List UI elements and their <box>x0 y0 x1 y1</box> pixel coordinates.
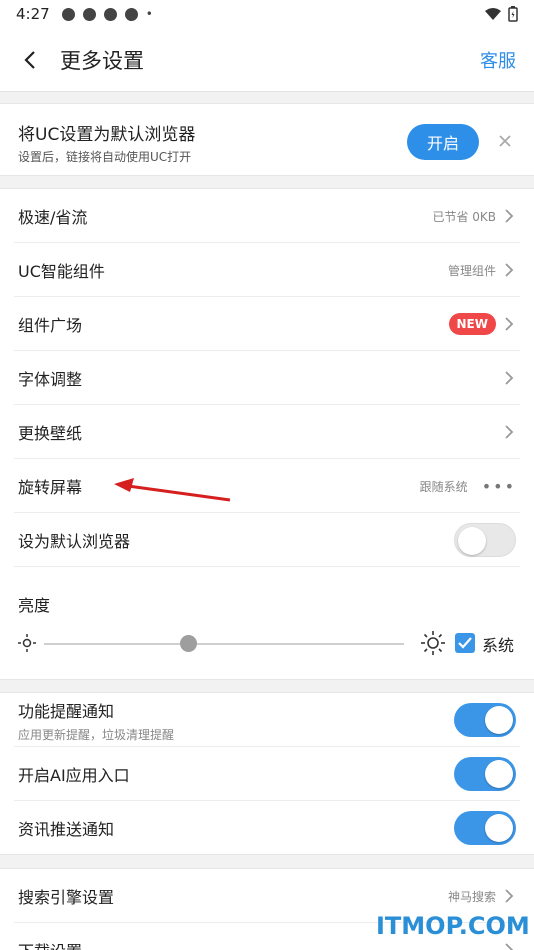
enable-default-button[interactable]: 开启 <box>407 124 479 160</box>
row-speed-saver[interactable]: 极速/省流 已节省 0KB <box>0 189 534 243</box>
brightness-high-icon <box>421 631 445 655</box>
row-widget-plaza[interactable]: 组件广场 NEW <box>0 297 534 351</box>
row-label: 组件广场 <box>18 316 83 335</box>
chevron-right-icon <box>505 889 514 903</box>
toggle-knob <box>458 527 486 555</box>
watermark: ITMOP.COM <box>376 912 530 940</box>
brightness-label: 亮度 <box>18 596 51 615</box>
row-font-adjust[interactable]: 字体调整 <box>0 351 534 405</box>
row-value: 跟随系统 <box>419 479 468 494</box>
row-value: 已节省 0KB <box>432 209 496 224</box>
chevron-right-icon <box>505 371 514 385</box>
brightness-slider-row: 系统 <box>0 627 534 661</box>
toggle-knob <box>485 814 513 842</box>
wifi-icon <box>485 8 501 20</box>
customer-service-link[interactable]: 客服 <box>480 47 516 73</box>
row-feature-reminder: 功能提醒通知 应用更新提醒，垃圾清理提醒 <box>0 693 534 747</box>
row-label: 开启AI应用入口 <box>18 766 130 785</box>
row-label: 极速/省流 <box>18 208 88 227</box>
row-value: 神马搜索 <box>447 889 496 904</box>
status-bar: 4:27 • <box>0 0 534 28</box>
app-notification-icon <box>124 7 138 21</box>
new-badge: NEW <box>448 313 496 335</box>
row-news-push: 资讯推送通知 <box>0 801 534 855</box>
row-label: 更换壁纸 <box>18 424 83 443</box>
close-banner-button[interactable] <box>494 130 516 152</box>
chevron-right-icon <box>505 209 514 223</box>
row-value: 管理组件 <box>447 263 496 278</box>
status-right <box>484 6 518 22</box>
default-browser-toggle[interactable] <box>454 523 516 557</box>
brightness-slider-track[interactable] <box>44 643 404 645</box>
close-icon <box>499 135 511 147</box>
row-label: 旋转屏幕 <box>18 478 83 497</box>
row-rotate-screen[interactable]: 旋转屏幕 跟随系统 ••• <box>0 459 534 513</box>
row-label: UC智能组件 <box>18 262 105 281</box>
checkmark-icon <box>458 637 472 649</box>
row-label: 资讯推送通知 <box>18 820 115 839</box>
system-brightness-label: 系统 <box>482 636 515 655</box>
more-dots-icon[interactable]: ••• <box>482 477 516 496</box>
battery-icon <box>508 6 518 22</box>
status-time: 4:27 <box>16 5 50 23</box>
settings-group-notifications: 功能提醒通知 应用更新提醒，垃圾清理提醒 开启AI应用入口 资讯推送通知 <box>0 692 534 855</box>
more-notifications-dot: • <box>145 7 153 21</box>
row-ai-entry: 开启AI应用入口 <box>0 747 534 801</box>
settings-group-general: 极速/省流 已节省 0KB UC智能组件 管理组件 组件广场 NEW 字体调整 … <box>0 188 534 680</box>
toggle-knob <box>485 760 513 788</box>
brightness-slider-thumb[interactable] <box>179 635 197 652</box>
chevron-left-icon <box>24 50 35 69</box>
back-button[interactable] <box>0 28 60 92</box>
chevron-right-icon <box>505 263 514 277</box>
row-uc-widgets[interactable]: UC智能组件 管理组件 <box>0 243 534 297</box>
chevron-right-icon <box>505 943 514 950</box>
app-notification-icon <box>103 7 117 21</box>
row-set-default-browser: 设为默认浏览器 <box>0 513 534 567</box>
feature-reminder-toggle[interactable] <box>454 703 516 737</box>
news-push-toggle[interactable] <box>454 811 516 845</box>
chevron-right-icon <box>505 425 514 439</box>
default-browser-banner: 将UC设置为默认浏览器 设置后，链接将自动使用UC打开 开启 <box>0 103 534 176</box>
banner-title: 将UC设置为默认浏览器 <box>18 125 196 145</box>
row-subtitle: 应用更新提醒，垃圾清理提醒 <box>18 727 175 742</box>
row-label: 设为默认浏览器 <box>18 532 131 551</box>
page-title: 更多设置 <box>60 48 144 73</box>
row-label: 下载设置 <box>18 938 82 950</box>
row-label: 搜索引擎设置 <box>18 888 115 907</box>
system-brightness-checkbox[interactable] <box>455 633 475 653</box>
banner-subtitle: 设置后，链接将自动使用UC打开 <box>18 150 192 164</box>
notification-icons: • <box>61 7 153 21</box>
app-notification-icon <box>61 7 75 21</box>
brightness-section <box>0 567 534 681</box>
ai-entry-toggle[interactable] <box>454 757 516 791</box>
row-wallpaper[interactable]: 更换壁纸 <box>0 405 534 459</box>
row-label: 功能提醒通知 <box>18 701 115 721</box>
brightness-low-icon <box>18 634 36 652</box>
app-notification-icon <box>82 7 96 21</box>
row-label: 字体调整 <box>18 370 83 389</box>
toggle-knob <box>485 706 513 734</box>
top-app-bar: 更多设置 客服 <box>0 28 534 92</box>
chevron-right-icon <box>505 317 514 331</box>
